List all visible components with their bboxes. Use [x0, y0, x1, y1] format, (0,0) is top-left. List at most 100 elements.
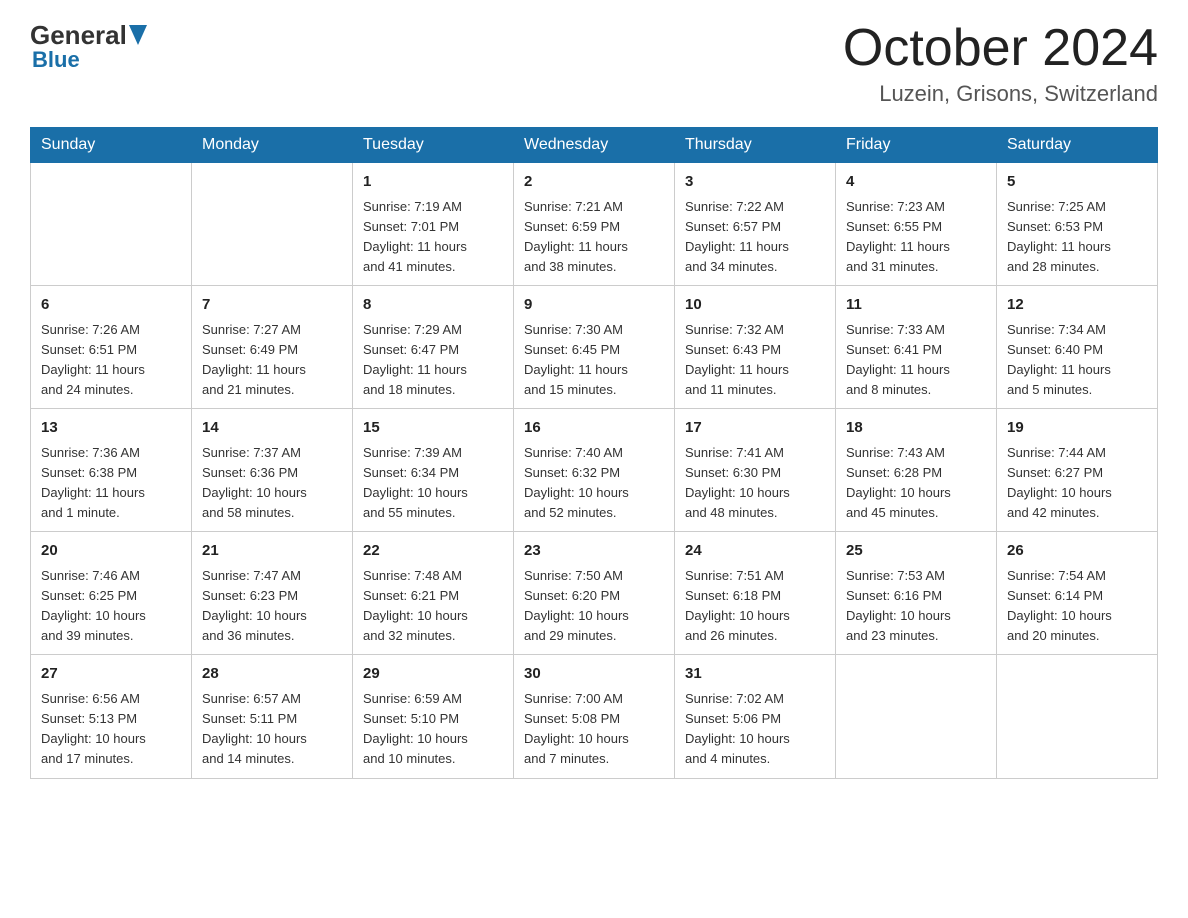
day-number: 21 — [202, 540, 342, 563]
calendar-table: SundayMondayTuesdayWednesdayThursdayFrid… — [30, 127, 1158, 778]
day-info: Sunrise: 7:43 AM Sunset: 6:28 PM Dayligh… — [846, 445, 951, 520]
day-info: Sunrise: 7:40 AM Sunset: 6:32 PM Dayligh… — [524, 445, 629, 520]
calendar-day-cell: 3 Sunrise: 7:22 AM Sunset: 6:57 PM Daylig… — [675, 163, 836, 286]
day-of-week-header: Wednesday — [514, 128, 675, 163]
day-info: Sunrise: 7:33 AM Sunset: 6:41 PM Dayligh… — [846, 322, 950, 397]
day-number: 17 — [685, 417, 825, 440]
day-number: 30 — [524, 663, 664, 686]
day-info: Sunrise: 7:29 AM Sunset: 6:47 PM Dayligh… — [363, 322, 467, 397]
calendar-day-cell — [192, 163, 353, 286]
day-info: Sunrise: 7:51 AM Sunset: 6:18 PM Dayligh… — [685, 568, 790, 643]
calendar-day-cell: 23 Sunrise: 7:50 AM Sunset: 6:20 PM Dayli… — [514, 532, 675, 655]
calendar-day-cell — [836, 655, 997, 778]
day-number: 13 — [41, 417, 181, 440]
day-number: 2 — [524, 171, 664, 194]
day-info: Sunrise: 7:34 AM Sunset: 6:40 PM Dayligh… — [1007, 322, 1111, 397]
day-info: Sunrise: 7:46 AM Sunset: 6:25 PM Dayligh… — [41, 568, 146, 643]
day-info: Sunrise: 7:22 AM Sunset: 6:57 PM Dayligh… — [685, 199, 789, 274]
calendar-day-cell: 29 Sunrise: 6:59 AM Sunset: 5:10 PM Dayli… — [353, 655, 514, 778]
day-info: Sunrise: 7:32 AM Sunset: 6:43 PM Dayligh… — [685, 322, 789, 397]
day-info: Sunrise: 6:56 AM Sunset: 5:13 PM Dayligh… — [41, 691, 146, 766]
day-info: Sunrise: 7:54 AM Sunset: 6:14 PM Dayligh… — [1007, 568, 1112, 643]
calendar-day-cell: 7 Sunrise: 7:27 AM Sunset: 6:49 PM Daylig… — [192, 286, 353, 409]
calendar-week-row: 1 Sunrise: 7:19 AM Sunset: 7:01 PM Daylig… — [31, 163, 1158, 286]
day-info: Sunrise: 7:36 AM Sunset: 6:38 PM Dayligh… — [41, 445, 145, 520]
calendar-day-cell: 14 Sunrise: 7:37 AM Sunset: 6:36 PM Dayli… — [192, 409, 353, 532]
calendar-day-cell: 18 Sunrise: 7:43 AM Sunset: 6:28 PM Dayli… — [836, 409, 997, 532]
logo: General Blue — [30, 20, 147, 73]
day-number: 11 — [846, 294, 986, 317]
day-info: Sunrise: 7:44 AM Sunset: 6:27 PM Dayligh… — [1007, 445, 1112, 520]
day-number: 18 — [846, 417, 986, 440]
day-of-week-header: Thursday — [675, 128, 836, 163]
title-block: October 2024 Luzein, Grisons, Switzerlan… — [843, 20, 1158, 107]
day-info: Sunrise: 7:50 AM Sunset: 6:20 PM Dayligh… — [524, 568, 629, 643]
calendar-day-cell: 6Sunrise: 7:26 AM Sunset: 6:51 PM Daylig… — [31, 286, 192, 409]
calendar-day-cell — [31, 163, 192, 286]
day-of-week-header: Saturday — [997, 128, 1158, 163]
day-number: 29 — [363, 663, 503, 686]
calendar-day-cell: 4Sunrise: 7:23 AM Sunset: 6:55 PM Daylig… — [836, 163, 997, 286]
day-info: Sunrise: 7:27 AM Sunset: 6:49 PM Dayligh… — [202, 322, 306, 397]
day-number: 28 — [202, 663, 342, 686]
calendar-day-cell: 11 Sunrise: 7:33 AM Sunset: 6:41 PM Dayli… — [836, 286, 997, 409]
calendar-day-cell: 30 Sunrise: 7:00 AM Sunset: 5:08 PM Dayli… — [514, 655, 675, 778]
calendar-day-cell: 19 Sunrise: 7:44 AM Sunset: 6:27 PM Dayli… — [997, 409, 1158, 532]
day-info: Sunrise: 6:59 AM Sunset: 5:10 PM Dayligh… — [363, 691, 468, 766]
day-info: Sunrise: 7:02 AM Sunset: 5:06 PM Dayligh… — [685, 691, 790, 766]
day-info: Sunrise: 7:37 AM Sunset: 6:36 PM Dayligh… — [202, 445, 307, 520]
day-of-week-header: Monday — [192, 128, 353, 163]
day-number: 3 — [685, 171, 825, 194]
day-info: Sunrise: 7:53 AM Sunset: 6:16 PM Dayligh… — [846, 568, 951, 643]
day-info: Sunrise: 7:26 AM Sunset: 6:51 PM Dayligh… — [41, 322, 145, 397]
calendar-day-cell: 16Sunrise: 7:40 AM Sunset: 6:32 PM Dayli… — [514, 409, 675, 532]
day-info: Sunrise: 7:47 AM Sunset: 6:23 PM Dayligh… — [202, 568, 307, 643]
calendar-day-cell: 22Sunrise: 7:48 AM Sunset: 6:21 PM Dayli… — [353, 532, 514, 655]
day-number: 19 — [1007, 417, 1147, 440]
day-number: 14 — [202, 417, 342, 440]
day-number: 23 — [524, 540, 664, 563]
calendar-day-cell: 20 Sunrise: 7:46 AM Sunset: 6:25 PM Dayli… — [31, 532, 192, 655]
day-info: Sunrise: 7:00 AM Sunset: 5:08 PM Dayligh… — [524, 691, 629, 766]
day-info: Sunrise: 7:19 AM Sunset: 7:01 PM Dayligh… — [363, 199, 467, 274]
month-title: October 2024 — [843, 20, 1158, 77]
calendar-day-cell: 9 Sunrise: 7:30 AM Sunset: 6:45 PM Daylig… — [514, 286, 675, 409]
day-of-week-header: Friday — [836, 128, 997, 163]
page-header: General Blue October 2024 Luzein, Grison… — [30, 20, 1158, 107]
day-info: Sunrise: 7:30 AM Sunset: 6:45 PM Dayligh… — [524, 322, 628, 397]
day-number: 25 — [846, 540, 986, 563]
day-number: 7 — [202, 294, 342, 317]
day-info: Sunrise: 7:48 AM Sunset: 6:21 PM Dayligh… — [363, 568, 468, 643]
calendar-week-row: 20 Sunrise: 7:46 AM Sunset: 6:25 PM Dayli… — [31, 532, 1158, 655]
calendar-day-cell: 24 Sunrise: 7:51 AM Sunset: 6:18 PM Dayli… — [675, 532, 836, 655]
calendar-day-cell: 17 Sunrise: 7:41 AM Sunset: 6:30 PM Dayli… — [675, 409, 836, 532]
calendar-day-cell: 8 Sunrise: 7:29 AM Sunset: 6:47 PM Daylig… — [353, 286, 514, 409]
day-info: Sunrise: 7:23 AM Sunset: 6:55 PM Dayligh… — [846, 199, 950, 274]
day-number: 24 — [685, 540, 825, 563]
day-number: 27 — [41, 663, 181, 686]
day-number: 20 — [41, 540, 181, 563]
calendar-header-row: SundayMondayTuesdayWednesdayThursdayFrid… — [31, 128, 1158, 163]
calendar-day-cell: 21 Sunrise: 7:47 AM Sunset: 6:23 PM Dayli… — [192, 532, 353, 655]
day-info: Sunrise: 7:41 AM Sunset: 6:30 PM Dayligh… — [685, 445, 790, 520]
calendar-day-cell: 10Sunrise: 7:32 AM Sunset: 6:43 PM Dayli… — [675, 286, 836, 409]
calendar-day-cell: 5Sunrise: 7:25 AM Sunset: 6:53 PM Daylig… — [997, 163, 1158, 286]
day-number: 8 — [363, 294, 503, 317]
calendar-day-cell: 1 Sunrise: 7:19 AM Sunset: 7:01 PM Daylig… — [353, 163, 514, 286]
day-number: 1 — [363, 171, 503, 194]
day-number: 31 — [685, 663, 825, 686]
day-number: 9 — [524, 294, 664, 317]
day-info: Sunrise: 7:39 AM Sunset: 6:34 PM Dayligh… — [363, 445, 468, 520]
calendar-day-cell: 13 Sunrise: 7:36 AM Sunset: 6:38 PM Dayli… — [31, 409, 192, 532]
calendar-day-cell: 26Sunrise: 7:54 AM Sunset: 6:14 PM Dayli… — [997, 532, 1158, 655]
calendar-day-cell: 28 Sunrise: 6:57 AM Sunset: 5:11 PM Dayli… — [192, 655, 353, 778]
calendar-day-cell: 27 Sunrise: 6:56 AM Sunset: 5:13 PM Dayli… — [31, 655, 192, 778]
day-info: Sunrise: 6:57 AM Sunset: 5:11 PM Dayligh… — [202, 691, 307, 766]
day-info: Sunrise: 7:21 AM Sunset: 6:59 PM Dayligh… — [524, 199, 628, 274]
calendar-day-cell: 25 Sunrise: 7:53 AM Sunset: 6:16 PM Dayli… — [836, 532, 997, 655]
calendar-day-cell — [997, 655, 1158, 778]
calendar-week-row: 13 Sunrise: 7:36 AM Sunset: 6:38 PM Dayli… — [31, 409, 1158, 532]
logo-arrow-icon — [129, 25, 147, 45]
calendar-week-row: 6Sunrise: 7:26 AM Sunset: 6:51 PM Daylig… — [31, 286, 1158, 409]
calendar-day-cell: 12Sunrise: 7:34 AM Sunset: 6:40 PM Dayli… — [997, 286, 1158, 409]
